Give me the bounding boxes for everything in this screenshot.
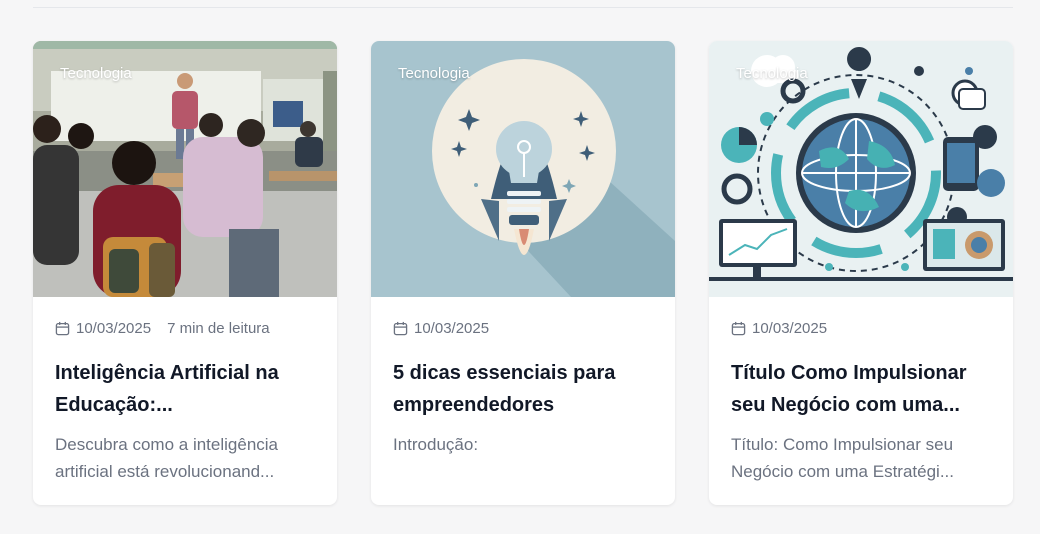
post-excerpt: Introdução: bbox=[393, 435, 479, 454]
category-label: Tecnologia bbox=[736, 65, 808, 82]
post-date: 10/03/2025 bbox=[414, 319, 490, 337]
post-title[interactable]: 5 dicas essenciais para empreendedores bbox=[393, 357, 655, 421]
post-excerpt: Descubra como a inteligência artificial … bbox=[55, 435, 279, 481]
read-time: 7 min de leitura bbox=[167, 319, 270, 337]
blog-post-card[interactable]: Tecnologia 10/03/2025 7 min de leitura I… bbox=[33, 41, 337, 505]
post-excerpt: Título: Como Impulsionar seu Negócio com… bbox=[731, 435, 954, 481]
post-date: 10/03/2025 bbox=[76, 319, 152, 337]
post-meta: 10/03/2025 bbox=[731, 319, 827, 337]
blog-post-card[interactable]: Tecnologia 10/03/2025 Título Como Impuls… bbox=[709, 41, 1013, 505]
post-thumbnail-classroom[interactable]: Tecnologia bbox=[33, 41, 337, 297]
category-label: Tecnologia bbox=[60, 65, 132, 82]
post-thumbnail-digital-globe[interactable]: Tecnologia bbox=[709, 41, 1013, 297]
post-thumbnail-lightbulb-rocket[interactable]: Tecnologia bbox=[371, 41, 675, 297]
section-divider bbox=[33, 7, 1013, 8]
post-title[interactable]: Inteligência Artificial na Educação:... bbox=[55, 357, 317, 421]
post-meta: 10/03/2025 7 min de leitura bbox=[55, 319, 270, 337]
calendar-icon bbox=[731, 321, 746, 335]
blog-post-card[interactable]: Tecnologia 10/03/2025 5 dicas essenciais… bbox=[371, 41, 675, 505]
post-meta: 10/03/2025 bbox=[393, 319, 489, 337]
category-label: Tecnologia bbox=[398, 65, 470, 82]
post-date: 10/03/2025 bbox=[752, 319, 828, 337]
calendar-icon bbox=[55, 321, 70, 335]
calendar-icon bbox=[393, 321, 408, 335]
post-title[interactable]: Título Como Impulsionar seu Negócio com … bbox=[731, 357, 993, 421]
